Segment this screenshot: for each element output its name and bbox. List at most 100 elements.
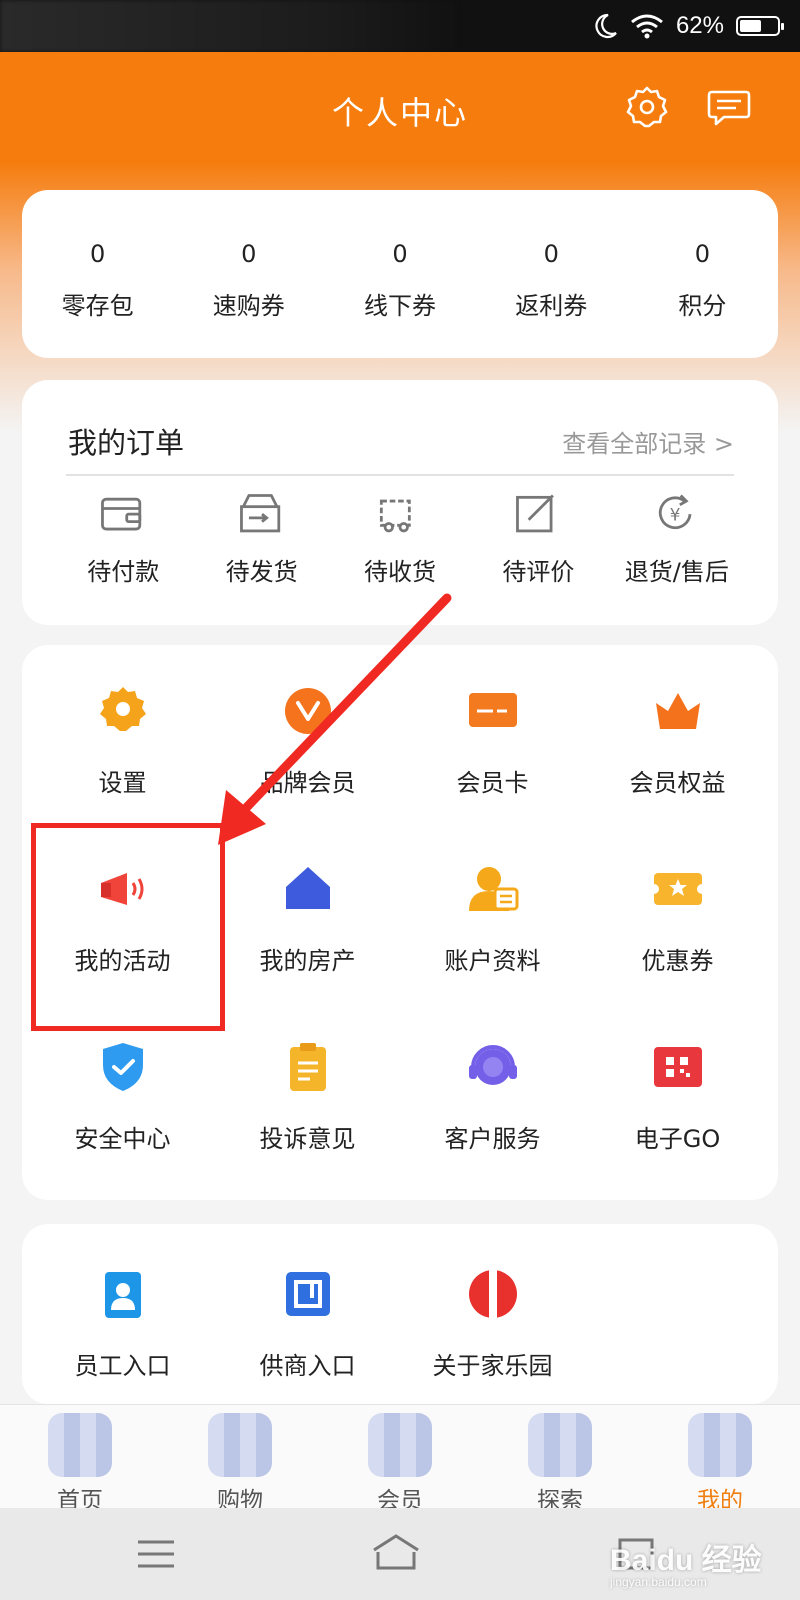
service-label: 账户资料 <box>444 947 541 975</box>
service-label: 投诉意见 <box>259 1125 356 1153</box>
crown-icon <box>655 693 700 729</box>
entries-grid: 员工入口 供商入口 关于家乐园 <box>30 1264 770 1381</box>
stat-item[interactable]: 0 积分 <box>627 190 778 358</box>
entry-item[interactable]: 员工入口 <box>30 1264 215 1381</box>
clipboard-icon <box>289 1043 326 1091</box>
gear-icon <box>99 687 146 731</box>
service-item[interactable]: 客户服务 <box>400 1037 585 1215</box>
wifi-icon <box>631 14 663 39</box>
service-label: 安全中心 <box>74 1125 171 1153</box>
refund-icon: ¥ <box>658 494 692 530</box>
entry-label: 供商入口 <box>259 1352 356 1380</box>
shield-icon <box>102 1043 143 1091</box>
service-label: 电子GO <box>634 1125 721 1153</box>
status-bar: 62% <box>0 0 800 52</box>
order-status-label: 退货/售后 <box>624 558 729 586</box>
service-item[interactable]: 会员权益 <box>585 681 770 859</box>
stat-label: 积分 <box>678 292 727 320</box>
brand-member-icon <box>284 688 331 734</box>
house-icon <box>285 867 330 909</box>
message-icon[interactable] <box>706 84 752 130</box>
status-indicators: 62% <box>594 10 784 42</box>
service-label: 品牌会员 <box>259 769 356 797</box>
stat-value: 0 <box>89 240 106 268</box>
tab-icon <box>528 1413 592 1477</box>
stat-value: 0 <box>543 240 559 268</box>
home-icon[interactable] <box>368 1532 424 1576</box>
stat-value: 0 <box>392 240 408 268</box>
service-item[interactable]: 账户资料 <box>400 859 585 1037</box>
tab-icon <box>368 1413 432 1477</box>
order-status-4[interactable]: 待评价 <box>469 488 607 587</box>
tab-item[interactable]: 会员 <box>320 1405 480 1514</box>
tab-item[interactable]: 探索 <box>480 1405 640 1514</box>
gear-icon[interactable] <box>624 84 670 130</box>
service-item[interactable]: 电子GO <box>585 1037 770 1215</box>
headset-icon <box>468 1045 517 1085</box>
supplier-icon <box>285 1272 330 1316</box>
tab-icon <box>208 1413 272 1477</box>
stat-label: 线下券 <box>364 292 436 320</box>
edit-icon <box>516 494 555 533</box>
service-label: 我的房产 <box>259 947 356 975</box>
assets-card: 0 零存包 0 速购券 0 线下券 0 返利券 0 积分 <box>22 190 778 358</box>
entry-label: 员工入口 <box>74 1352 171 1380</box>
order-status-label: 待收货 <box>364 558 437 586</box>
service-label: 会员权益 <box>629 769 726 797</box>
orders-card: 我的订单 查看全部记录 > 待付款 待发货 待收货 待评价 ¥ 退货/售后 <box>22 380 778 625</box>
order-status-5[interactable]: ¥ 退货/售后 <box>608 488 746 587</box>
entry-label: 关于家乐园 <box>432 1352 553 1380</box>
account-icon <box>468 867 518 911</box>
order-status-label: 待发货 <box>225 558 298 586</box>
truck-icon <box>379 499 411 533</box>
order-status-1[interactable]: 待付款 <box>54 488 192 587</box>
tab-icon <box>688 1413 752 1477</box>
header: 个人中心 <box>0 52 800 162</box>
stat-item[interactable]: 0 速购券 <box>173 190 324 358</box>
view-all-orders-link[interactable]: 查看全部记录 > <box>562 424 734 459</box>
service-item[interactable]: 我的房产 <box>215 859 400 1037</box>
service-label: 优惠券 <box>641 947 714 975</box>
brand-logo-icon <box>468 1270 517 1318</box>
order-status-label: 待付款 <box>87 558 160 586</box>
order-status-2[interactable]: 待发货 <box>192 488 330 587</box>
order-status-row: 待付款 待发货 待收货 待评价 ¥ 退货/售后 <box>54 488 746 587</box>
orders-title: 我的订单 <box>68 426 185 460</box>
service-item[interactable]: 投诉意见 <box>215 1037 400 1215</box>
svg-text:¥: ¥ <box>670 505 681 525</box>
entries-card: 员工入口 供商入口 关于家乐园 <box>22 1224 778 1404</box>
battery-level <box>740 20 761 32</box>
stat-item[interactable]: 0 零存包 <box>22 190 173 358</box>
bottom-tab-bar: 首页 购物 会员 探索 我的 <box>0 1404 800 1514</box>
member-card-icon <box>468 693 517 727</box>
service-label: 会员卡 <box>456 769 529 797</box>
menu-icon[interactable] <box>128 1532 184 1576</box>
qr-card-icon <box>653 1047 702 1087</box>
tab-item[interactable]: 购物 <box>160 1405 320 1514</box>
stat-item[interactable]: 0 线下券 <box>324 190 475 358</box>
coupon-icon <box>648 873 707 905</box>
tab-item[interactable]: 我的 <box>640 1405 800 1514</box>
badge-icon <box>104 1272 141 1318</box>
service-item[interactable]: 优惠券 <box>585 859 770 1037</box>
page-title: 个人中心 <box>331 94 468 132</box>
service-label: 客户服务 <box>444 1125 541 1153</box>
watermark: Baidu 经验 jingyan.baidu.com <box>610 1544 762 1589</box>
stat-item[interactable]: 0 返利券 <box>476 190 627 358</box>
service-item[interactable]: 会员卡 <box>400 681 585 859</box>
service-item[interactable]: 品牌会员 <box>215 681 400 859</box>
order-status-label: 待评价 <box>502 558 575 586</box>
tab-item[interactable]: 首页 <box>0 1405 160 1514</box>
divider <box>66 474 734 476</box>
tab-icon <box>48 1413 112 1477</box>
stat-value: 0 <box>694 240 711 268</box>
order-status-3[interactable]: 待收货 <box>331 488 469 587</box>
highlight-box <box>31 823 225 1031</box>
entry-item[interactable]: 关于家乐园 <box>400 1264 585 1381</box>
entry-item[interactable]: 供商入口 <box>215 1264 400 1381</box>
stat-label: 速购券 <box>212 292 285 320</box>
wallet-icon <box>101 497 142 531</box>
box-icon <box>239 494 280 533</box>
blurred-status-area <box>0 0 460 52</box>
service-item[interactable]: 安全中心 <box>30 1037 215 1215</box>
